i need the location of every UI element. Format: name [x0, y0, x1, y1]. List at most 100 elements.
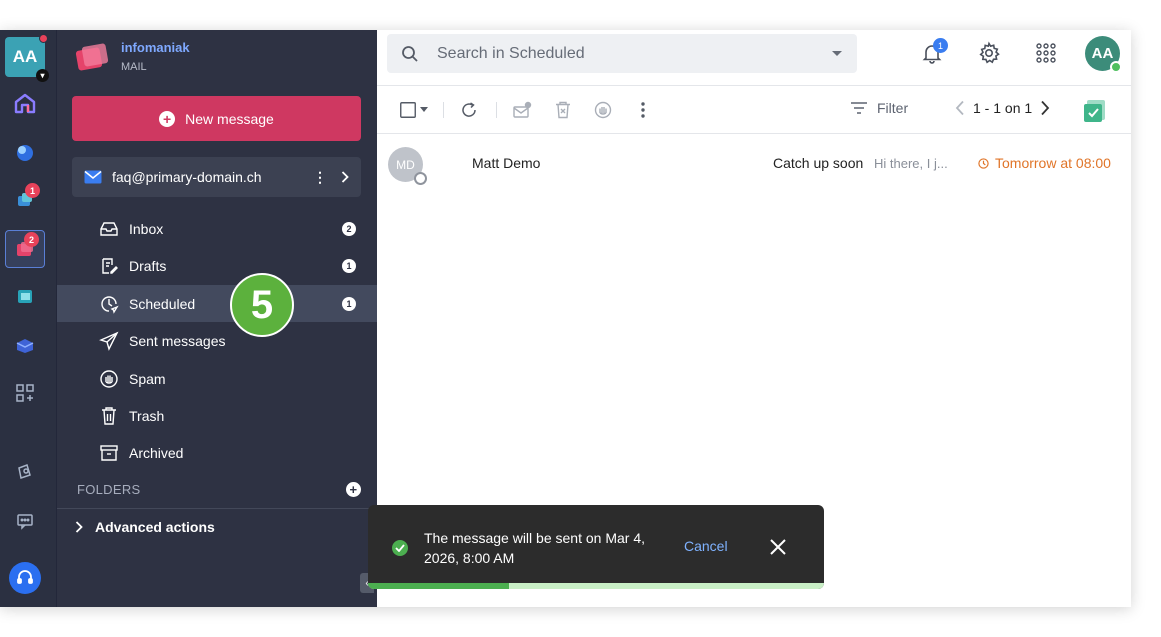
folder-count-badge: 2	[342, 221, 356, 236]
user-avatar-initials: AA	[1091, 45, 1114, 62]
inbox-icon	[99, 219, 119, 239]
account-selector[interactable]: faq@primary-domain.ch ⋮	[72, 157, 361, 197]
settings-button[interactable]	[975, 39, 1003, 67]
more-vertical-icon[interactable]: ⋮	[313, 169, 327, 186]
new-message-button[interactable]: + New message	[72, 96, 361, 141]
home-icon[interactable]	[12, 90, 38, 116]
folder-spam[interactable]: Spam	[57, 360, 377, 397]
sender-avatar-initials: MD	[396, 157, 415, 172]
kdrive-icon[interactable]	[12, 332, 38, 358]
user-avatar[interactable]: AA	[1085, 36, 1122, 73]
folders-section-header: FOLDERS +	[77, 479, 361, 499]
folder-label: Spam	[129, 370, 166, 387]
toast-message: The message will be sent on Mar 4, 2026,…	[424, 530, 645, 566]
message-preview: Hi there, I j...	[874, 156, 948, 171]
pagination-label: 1 - 1 on 1	[973, 100, 1033, 116]
folder-trash[interactable]: Trash	[57, 397, 377, 434]
envelope-icon	[84, 170, 102, 184]
advanced-actions-label: Advanced actions	[95, 519, 215, 535]
folders-header-label: FOLDERS	[77, 481, 141, 497]
brand-name: infomaniak	[121, 39, 190, 55]
folder-inbox[interactable]: Inbox 2	[57, 210, 377, 247]
workspace-avatar-initials: AA	[12, 47, 38, 66]
app-rail: AA ▾ 1 2	[0, 30, 57, 607]
apps-add-icon[interactable]	[12, 380, 38, 406]
drive-icon[interactable]	[12, 140, 38, 166]
filter-button[interactable]: Filter	[850, 100, 908, 116]
message-toolbar: Filter 1 - 1 on 1	[377, 94, 1131, 126]
account-email: faq@primary-domain.ch	[112, 169, 262, 185]
select-all-checkbox[interactable]	[397, 99, 419, 121]
header-divider	[377, 85, 1131, 86]
scheduled-time-label: Tomorrow at 08:00	[995, 155, 1111, 171]
folder-label: Scheduled	[129, 295, 196, 312]
toast-progress-fill	[368, 583, 510, 589]
folder-sent[interactable]: Sent messages	[57, 322, 377, 359]
toolbar-divider	[377, 133, 1131, 134]
refresh-icon[interactable]	[458, 99, 480, 121]
apps-menu-button[interactable]	[1032, 39, 1060, 67]
notifications-button[interactable]: 1	[918, 38, 948, 67]
sent-icon	[99, 331, 119, 351]
trash-icon	[99, 406, 119, 426]
calendar-icon[interactable]	[12, 283, 38, 309]
support-icon[interactable]	[9, 562, 41, 594]
workspace-avatar[interactable]: AA ▾	[5, 34, 49, 82]
select-options-caret-icon[interactable]	[417, 99, 431, 121]
caret-down-icon[interactable]	[831, 50, 843, 58]
folder-count-badge: 1	[342, 296, 356, 311]
delete-icon[interactable]	[552, 99, 574, 121]
toast-cancel-button[interactable]: Cancel	[684, 538, 728, 554]
status-ring-icon	[414, 172, 427, 185]
search-bar[interactable]: Search in Scheduled	[387, 34, 857, 73]
message-row[interactable]: MD Matt Demo Catch up soon Hi there, I j…	[377, 138, 1131, 188]
mail-app-window: AA ▾ 1 2 infomaniak MAIL + New message f…	[0, 30, 1131, 607]
mark-read-icon[interactable]	[511, 99, 533, 121]
chevron-left-icon[interactable]	[955, 100, 965, 116]
mail-sidebar: infomaniak MAIL + New message faq@primar…	[57, 30, 377, 607]
folder-label: Inbox	[129, 220, 164, 237]
close-icon[interactable]	[766, 535, 790, 559]
spam-icon	[99, 369, 119, 389]
scheduled-icon	[99, 294, 119, 314]
mail-app-badge: 2	[24, 232, 39, 247]
apps-grid-icon	[1036, 43, 1056, 63]
message-scheduled-time: Tomorrow at 08:00	[978, 155, 1111, 171]
add-folder-icon[interactable]: +	[346, 481, 361, 497]
message-subject: Catch up soon	[773, 155, 864, 171]
new-message-label: New message	[185, 110, 274, 127]
chevron-right-icon[interactable]	[1040, 100, 1050, 116]
advanced-actions-toggle[interactable]: Advanced actions	[75, 517, 215, 537]
filter-icon	[851, 102, 867, 114]
toolbar-separator	[496, 102, 497, 118]
gear-icon	[979, 41, 1000, 64]
contacts-icon[interactable]	[12, 458, 38, 484]
plus-icon: +	[159, 110, 176, 127]
scheduled-toast: The message will be sent on Mar 4, 2026,…	[368, 505, 824, 589]
folder-label: Sent messages	[129, 332, 226, 349]
notification-count-badge: 1	[933, 38, 948, 53]
step-number-badge: 5	[230, 273, 294, 337]
workspace-alert-dot	[39, 34, 48, 43]
more-vertical-icon[interactable]	[632, 99, 654, 121]
folder-archived[interactable]: Archived	[57, 434, 377, 471]
chat-icon[interactable]	[12, 508, 38, 534]
pagination: 1 - 1 on 1	[955, 100, 1050, 116]
brand-logo[interactable]: infomaniak MAIL	[75, 36, 190, 76]
spam-action-icon[interactable]	[592, 99, 614, 121]
clock-icon	[978, 157, 989, 169]
archive-icon	[99, 443, 119, 463]
folder-drafts[interactable]: Drafts 1	[57, 247, 377, 284]
search-input[interactable]: Search in Scheduled	[437, 45, 831, 63]
folder-count-badge: 1	[342, 258, 356, 273]
chevron-down-icon[interactable]: ▾	[36, 69, 49, 82]
swiss-transfer-badge: 1	[25, 183, 40, 198]
search-icon	[402, 45, 418, 62]
chevron-right-icon[interactable]	[341, 171, 349, 183]
chevron-right-icon	[75, 521, 83, 533]
folder-scheduled[interactable]: Scheduled 1	[57, 285, 377, 322]
toolbar-separator	[443, 102, 444, 118]
brand-product: MAIL	[121, 60, 147, 73]
sidebar-divider	[57, 508, 377, 509]
drafts-icon	[99, 256, 119, 276]
